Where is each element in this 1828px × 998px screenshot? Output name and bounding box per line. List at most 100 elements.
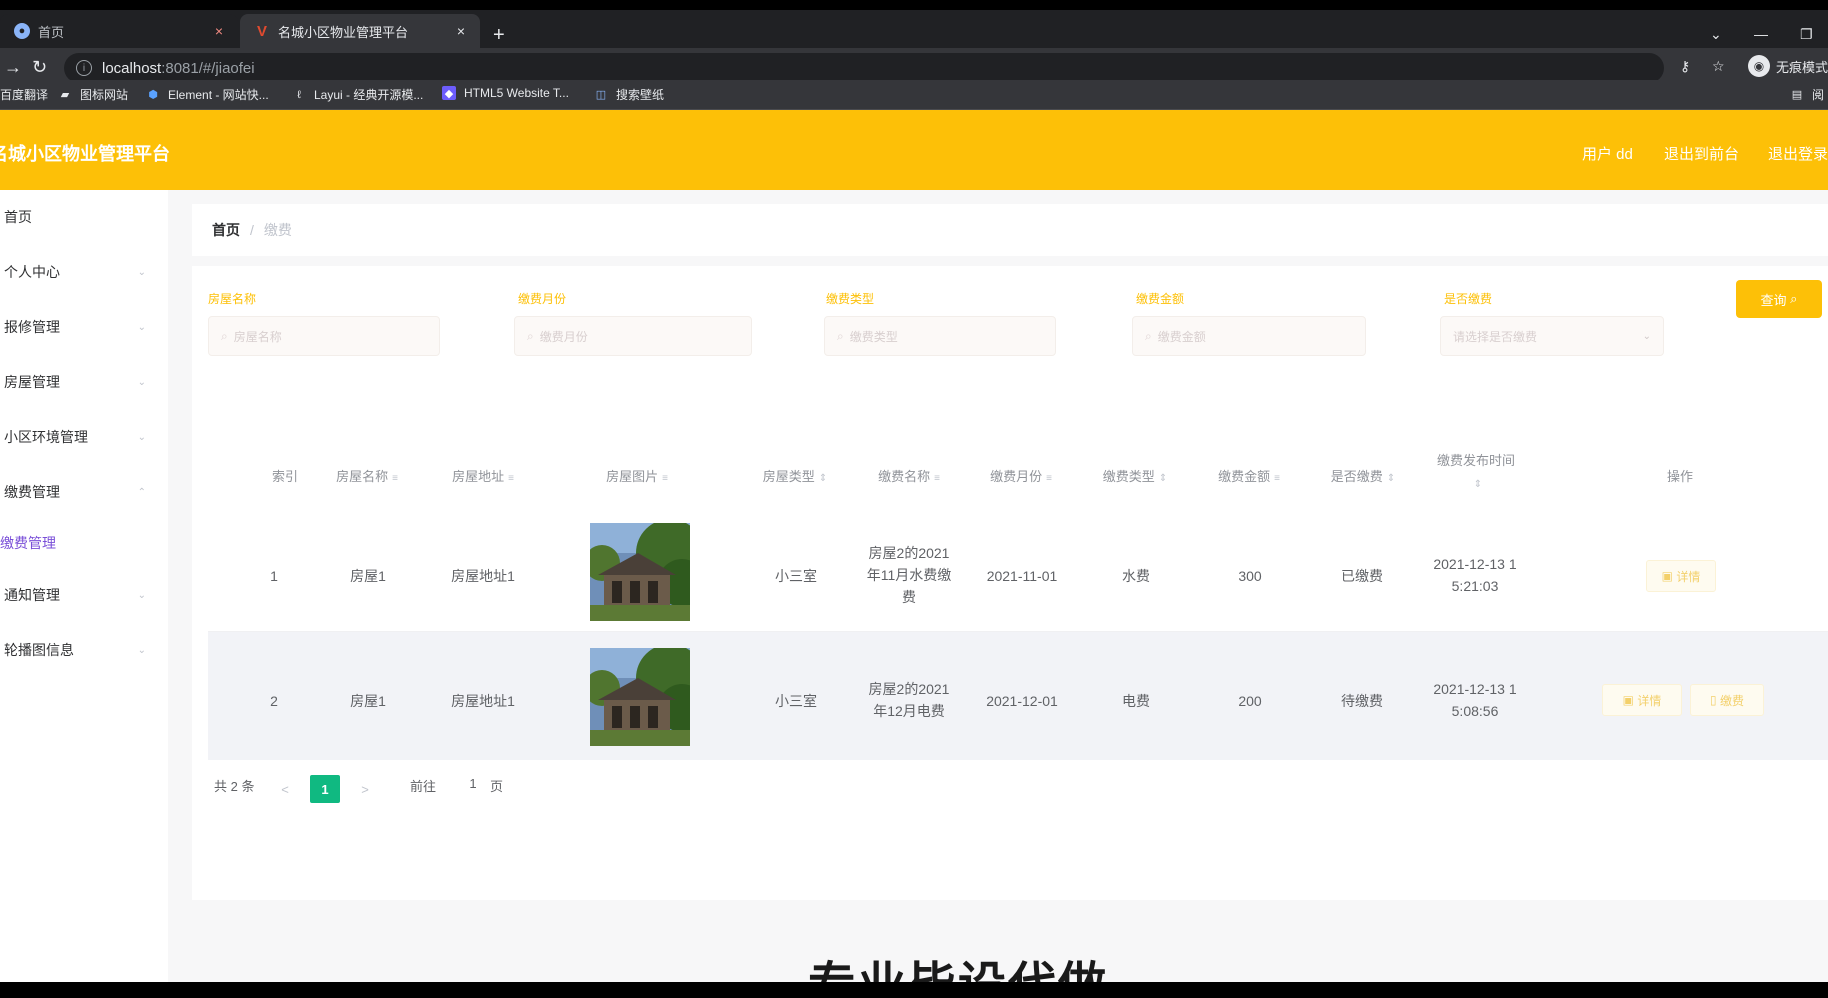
fee-amount-input[interactable]: ⌕ 缴费金额 [1132,316,1366,356]
tab-title: 名城小区物业管理平台 [278,24,409,40]
house-image[interactable] [590,648,690,746]
sort-icon: ⇕ [1473,479,1483,490]
forward-icon[interactable]: → [4,57,22,78]
cell-amount: 300 [1238,568,1262,584]
detail-button[interactable]: ▣ 详情 [1646,560,1716,592]
fee-name-line: 年11月水费缴 [866,567,952,583]
reload-icon[interactable]: ↻ [32,57,47,78]
layui-icon: ℓ [297,88,301,101]
sidebar-item-notice[interactable]: 通知管理 ⌄ [0,568,168,622]
cell-index: 1 [270,568,278,584]
chevron-down-icon: ⌄ [137,376,146,388]
col-header-image[interactable]: 房屋图片 ≡ [592,466,682,485]
sidebar-item-environment[interactable]: 小区环境管理 ⌄ [0,410,168,464]
submenu-label: 缴费管理 [0,535,56,551]
header-label: 索引 [271,469,298,484]
restore-icon[interactable]: ❐ [1800,26,1813,43]
sort-icon: ≡ [508,473,514,484]
logout-link[interactable]: 退出登录 [1768,143,1828,164]
bookmark-label: 搜索壁纸 [616,88,665,102]
bookmark-item[interactable]: ▰ 图标网站 [58,86,128,103]
browser-tab-home[interactable]: ● 首页 × [0,14,238,48]
bookmark-label: HTML5 Website T... [464,86,569,100]
cell-house-name: 房屋1 [350,568,386,584]
header-label: 缴费名称 [878,469,931,484]
paid-status-select[interactable]: 请选择是否缴费 ⌄ [1440,316,1664,356]
sort-icon: ⇕ [1386,473,1396,484]
detail-button[interactable]: ▣ 详情 [1602,684,1682,716]
key-icon[interactable]: ⚷ [1680,58,1690,75]
menu-label: 通知管理 [4,587,60,603]
prev-page-button[interactable]: < [270,775,300,803]
search-button[interactable]: 查询 ⌕ [1736,280,1822,318]
site-title: 名城小区物业管理平台 [0,144,170,164]
placeholder: 缴费类型 [849,329,898,344]
goto-label: 前往 [410,779,437,794]
time-line: 5:21:03 [1451,578,1499,594]
bookmark-item[interactable]: ◫ 搜索壁纸 [594,86,664,103]
bookmark-item[interactable]: 百度翻译 [0,86,48,103]
bookmark-item[interactable]: ◆ HTML5 Website T... [442,86,569,100]
sort-icon: ≡ [662,473,668,484]
placeholder: 房屋名称 [233,329,282,344]
star-icon[interactable]: ☆ [1712,58,1725,75]
cell-publish-time: 2021-12-13 1 5:08:56 [1416,678,1534,722]
col-header-amount[interactable]: 缴费金额 ≡ [1204,466,1294,485]
cell-fee-name: 房屋2的2021 年12月电费 [856,678,962,722]
col-header-address[interactable]: 房屋地址 ≡ [438,466,528,485]
menu-label: 房屋管理 [4,374,60,390]
incognito-indicator[interactable]: ◉ 无痕模式 [1748,55,1828,77]
new-tab-button[interactable]: + [493,24,505,47]
sidebar-item-house[interactable]: 房屋管理 ⌄ [0,355,168,409]
sidebar-item-carousel[interactable]: 轮播图信息 ⌄ [0,623,168,677]
fee-name-line: 费 [902,589,916,605]
page-number-button[interactable]: 1 [310,775,340,803]
fee-type-input[interactable]: ⌕ 缴费类型 [824,316,1056,356]
close-tab-icon[interactable]: × [210,23,228,39]
sidebar-item-home[interactable]: 首页 [0,190,168,244]
col-header-publish-time[interactable]: 缴费发布时间 ⇕ [1426,450,1526,496]
bookmark-label: 阅 [1812,88,1825,102]
sidebar-subitem-fee[interactable]: 缴费管理 [0,520,168,566]
cell-type: 小三室 [775,568,817,584]
bottom-letterbox [0,982,1828,998]
header-label: 房屋图片 [606,469,659,484]
placeholder: 请选择是否缴费 [1453,329,1538,344]
bookmark-item[interactable]: ℓ Layui - 经典开源模... [292,86,423,103]
pay-button[interactable]: ▯ 缴费 [1690,684,1764,716]
filter-label-fee-type: 缴费类型 [826,292,875,306]
col-header-month[interactable]: 缴费月份 ≡ [976,466,1066,485]
close-tab-icon[interactable]: × [452,23,470,39]
info-icon[interactable]: i [76,60,92,76]
filter-label-amount: 缴费金额 [1136,292,1185,306]
tab-search-icon[interactable]: ⌄ [1710,26,1722,43]
house-name-input[interactable]: ⌕ 房屋名称 [208,316,440,356]
breadcrumb-home[interactable]: 首页 [212,220,240,240]
col-header-type[interactable]: 房屋类型 ⇕ [750,466,840,485]
menu-label: 缴费管理 [4,484,60,500]
goto-page-input[interactable]: 1 [460,776,486,791]
minimize-icon[interactable]: — [1754,26,1768,42]
col-header-fee-type[interactable]: 缴费类型 ⇕ [1090,466,1180,485]
header-label: 缴费金额 [1218,469,1271,484]
fee-month-input[interactable]: ⌕ 缴费月份 [514,316,752,356]
browser-tab-active[interactable]: V 名城小区物业管理平台 × [240,14,480,48]
url-field[interactable]: i localhost:8081/#/jiaofei [64,53,1664,83]
sidebar-item-profile[interactable]: 个人中心 ⌄ [0,245,168,299]
cell-month: 2021-12-01 [986,693,1058,709]
sidebar-item-fee[interactable]: 缴费管理 ⌃ [0,465,168,519]
bookmark-item[interactable]: ⬢ Element - 网站快... [146,86,269,103]
filter-label-month: 缴费月份 [518,292,567,306]
globe-icon: ● [14,23,30,39]
col-header-fee-name[interactable]: 缴费名称 ≡ [864,466,954,485]
house-image[interactable] [590,523,690,621]
document-icon: ▣ [1661,569,1673,583]
wallpaper-icon: ◫ [595,89,607,101]
back-to-front-link[interactable]: 退出到前台 [1664,143,1739,164]
reading-list[interactable]: ▤ 阅 [1790,86,1824,103]
col-header-house-name[interactable]: 房屋名称 ≡ [322,466,412,485]
col-header-paid[interactable]: 是否缴费 ⇕ [1318,466,1408,485]
chevron-down-icon: ⌄ [137,589,146,601]
next-page-button[interactable]: > [350,775,380,803]
sidebar-item-repair[interactable]: 报修管理 ⌄ [0,300,168,354]
